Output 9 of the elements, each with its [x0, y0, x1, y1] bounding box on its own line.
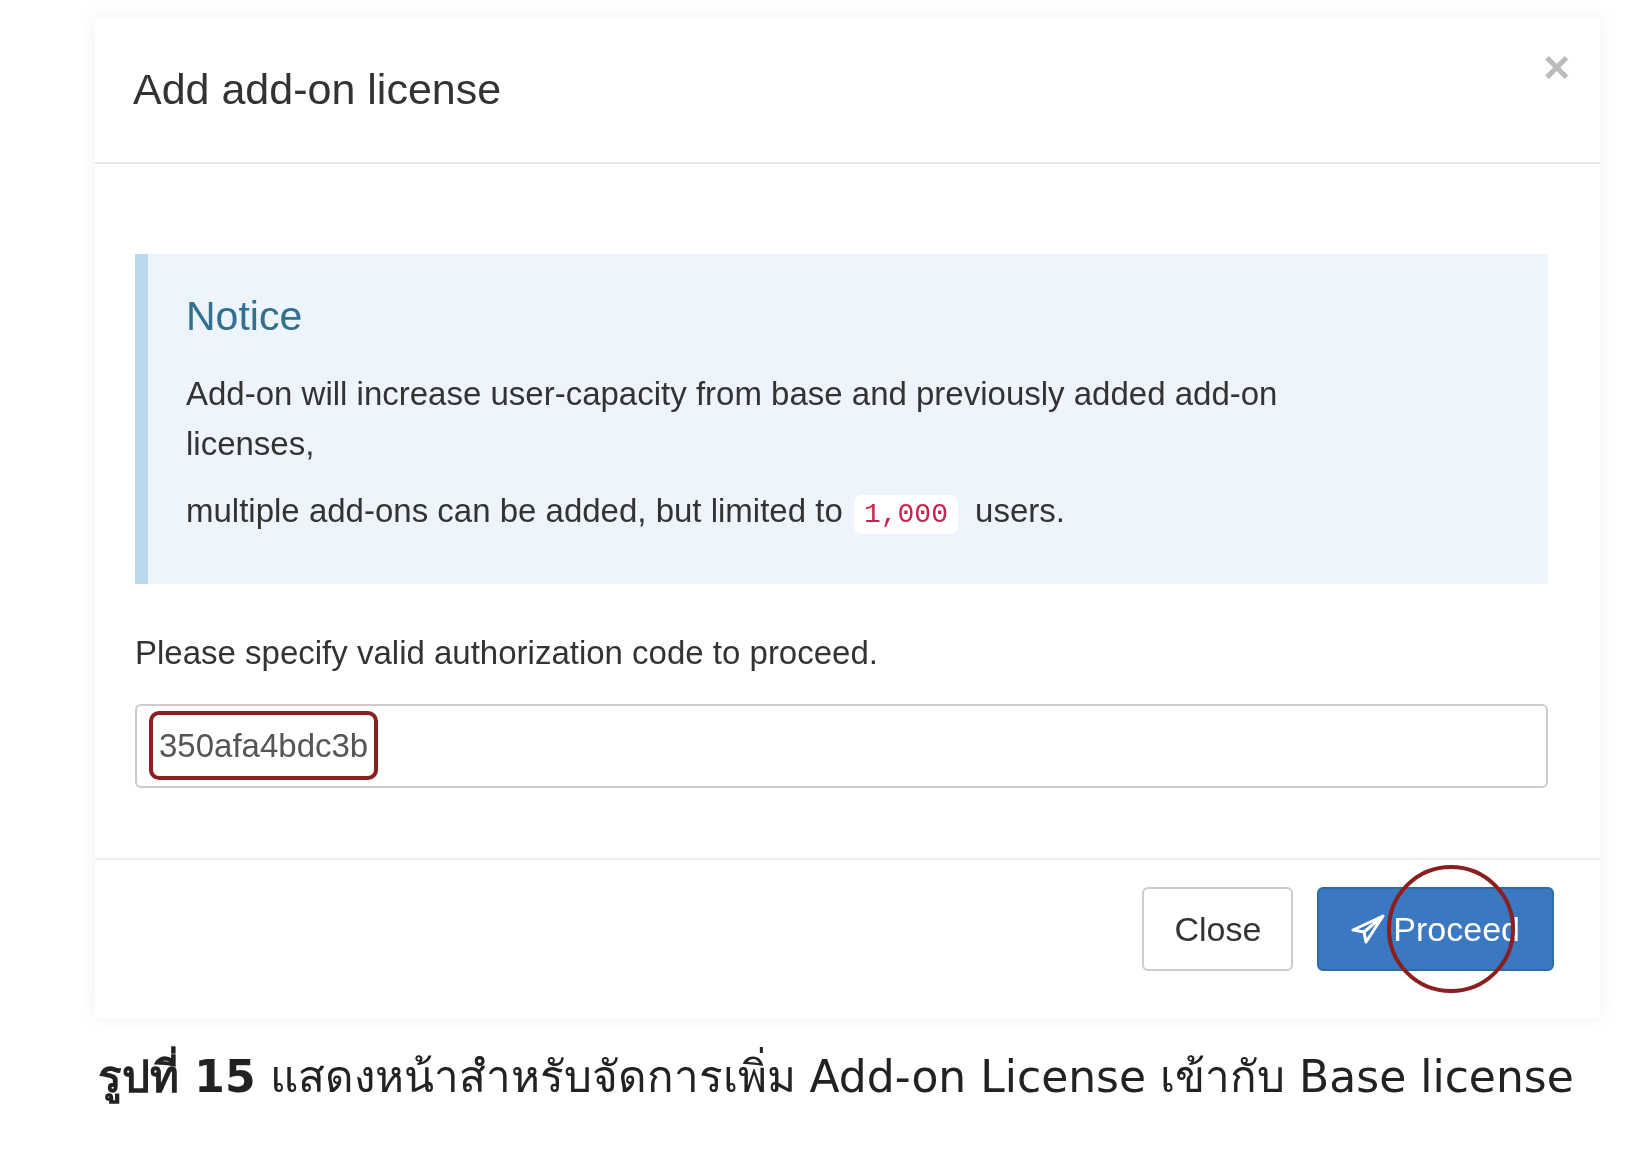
figure-caption: รูปที่ 15 แสดงหน้าสำหรับจัดการเพิ่ม Add-on License เข้ากับ Base license [98, 1044, 1626, 1110]
close-dialog-button[interactable]: Close [1142, 887, 1294, 971]
notice-text: multiple add-ons can be added, but limited to 1,000 users. [186, 486, 1368, 537]
paper-plane-icon [1351, 913, 1386, 944]
notice-heading: Notice [186, 292, 304, 341]
notice-text: Add-on will increase user-capacity from base and previously added add-on licenses, [186, 374, 1279, 464]
dialog-title: Add add-on license [133, 64, 502, 116]
authorization-code-field[interactable]: 350afa4bdc3b [135, 703, 1548, 788]
prompt-text: Please specify valid authorization code to proceed. [135, 633, 879, 674]
